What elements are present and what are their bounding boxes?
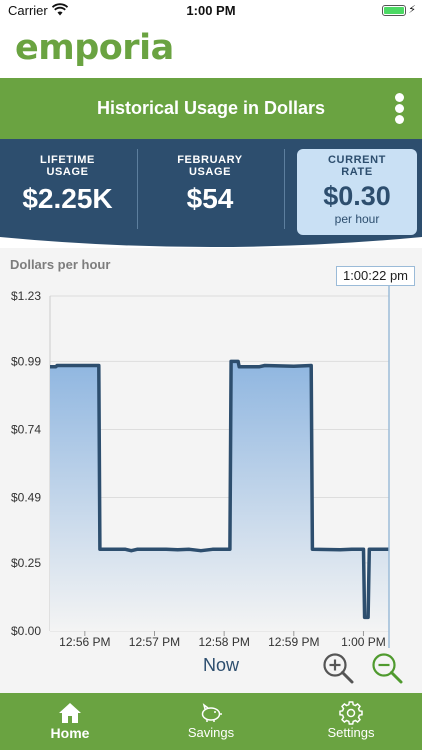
current-label-2: RATE <box>341 166 373 178</box>
month-label-2: USAGE <box>188 166 232 178</box>
tab-settings-label: Settings <box>327 725 375 740</box>
month-label-1: FEBRUARY <box>177 154 243 166</box>
y-tick-label: $0.25 <box>11 556 41 570</box>
usage-chart[interactable]: $1.23 $0.99 $0.74 $0.49 $0.25 $0.00 12:56 PM 1… <box>0 248 422 693</box>
tab-home[interactable]: Home <box>0 693 140 750</box>
cursor-time-label: 1:00:22 pm <box>336 266 415 286</box>
x-tick-label: 12:58 PM <box>198 635 249 648</box>
status-bar: Carrier 1:00 PM ⚡ <box>0 0 422 22</box>
y-tick-label: $1.23 <box>11 289 41 303</box>
tab-bar: Home Savings Settings <box>0 693 422 750</box>
y-axis-label: Dollars per hour <box>10 257 111 272</box>
page-title: Historical Usage in Dollars <box>96 98 326 118</box>
lifetime-label-1: LIFETIME <box>40 154 95 166</box>
y-tick-label: $0.99 <box>11 354 41 368</box>
zoom-in-icon[interactable] <box>321 651 355 685</box>
lifetime-usage-stat: LIFETIME USAGE $2.25K <box>0 139 135 239</box>
piggy-bank-icon <box>201 703 222 722</box>
y-tick-label: $0.49 <box>11 491 41 505</box>
lifetime-usage-value: $2.25K <box>22 183 113 214</box>
x-tick-label: 1:00 PM <box>341 635 386 648</box>
current-rate-unit: per hour <box>334 212 380 226</box>
current-rate-value: $0.30 <box>323 181 391 211</box>
zoom-out-icon[interactable] <box>370 651 404 685</box>
tab-home-label: Home <box>50 725 90 741</box>
gear-icon <box>339 701 363 725</box>
battery-icon <box>382 5 406 16</box>
stats-divider <box>137 149 138 229</box>
stats-panel: LIFETIME USAGE $2.25K FEBRUARY USAGE $54… <box>0 139 422 251</box>
month-usage-stat: FEBRUARY USAGE $54 <box>140 139 280 239</box>
stats-divider <box>284 149 285 229</box>
current-label-1: CURRENT <box>328 154 386 166</box>
charging-icon: ⚡ <box>408 4 416 16</box>
month-usage-value: $54 <box>186 183 234 214</box>
tab-settings[interactable]: Settings <box>281 693 421 750</box>
y-tick-label: $0.00 <box>11 624 41 638</box>
header-bar: Historical Usage in Dollars <box>0 78 422 139</box>
app-logo: emporia <box>15 28 174 68</box>
x-tick-label: 12:56 PM <box>59 635 110 648</box>
kebab-menu-icon[interactable] <box>391 93 407 125</box>
tab-savings-label: Savings <box>187 725 235 740</box>
tab-savings[interactable]: Savings <box>141 693 281 750</box>
home-icon <box>59 703 81 723</box>
current-rate-card[interactable]: CURRENT RATE $0.30 per hour <box>297 149 417 235</box>
y-tick-label: $0.74 <box>11 422 41 436</box>
x-tick-label: 12:57 PM <box>129 635 180 648</box>
chart-plot: $1.23 $0.99 $0.74 $0.49 $0.25 $0.00 12:56 PM 1… <box>11 266 390 648</box>
lifetime-label-2: USAGE <box>46 166 89 178</box>
now-button[interactable]: Now <box>180 655 262 676</box>
status-time: 1:00 PM <box>186 3 236 18</box>
x-tick-label: 12:59 PM <box>268 635 319 648</box>
